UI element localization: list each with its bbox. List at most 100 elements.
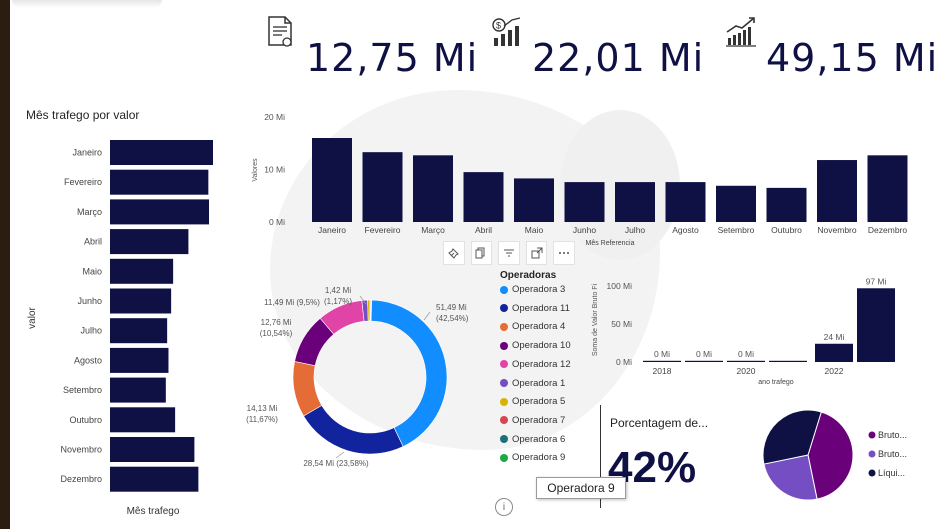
hbar-tick-label: Setembro xyxy=(63,385,102,395)
donut-data-label-pct: (10,54%) xyxy=(260,329,293,338)
donut-slice xyxy=(370,299,372,322)
donut-data-label-pct: (1,17%) xyxy=(324,297,352,306)
legend-item[interactable]: Operadora 7 xyxy=(500,415,565,426)
hbar-bar xyxy=(110,407,176,433)
ybar-data-label: 0 Mi xyxy=(654,349,670,359)
vbar-bar xyxy=(362,152,403,222)
ybar-y-tick: 0 Mi xyxy=(616,357,632,367)
vbar-tick-label: Março xyxy=(421,225,445,235)
ybar-y-tick: 50 Mi xyxy=(611,319,632,329)
legend-marker xyxy=(500,435,508,444)
money-growth-icon: $ xyxy=(492,17,521,46)
svg-text:$: $ xyxy=(496,21,501,31)
donut-data-label: 28,54 Mi (23,58%) xyxy=(303,459,369,468)
legend-item[interactable]: Operadora 11 xyxy=(500,303,570,314)
info-icon[interactable]: i xyxy=(495,498,513,516)
ybar-tick-label: 2022 xyxy=(825,366,844,376)
tooltip: Operadora 9 xyxy=(536,477,626,499)
ybar-data-label: 24 Mi xyxy=(824,332,845,342)
top-shadow xyxy=(12,0,162,8)
legend-marker xyxy=(500,360,508,369)
vbar-tick-label: Fevereiro xyxy=(365,225,401,235)
legend-label: Operadora 7 xyxy=(512,414,566,426)
donut-data-label: 11,49 Mi (9,5%) xyxy=(264,298,320,307)
vbar-bar xyxy=(564,182,605,222)
hbar-tick-label: Outubro xyxy=(69,415,102,425)
hbar-bar xyxy=(110,318,168,344)
vbar-bar xyxy=(766,187,807,222)
growth-chart-icon xyxy=(726,17,756,47)
hbar-bar xyxy=(110,140,213,165)
hbar-tick-label: Junho xyxy=(77,296,102,306)
month-traffic-bar-chart[interactable]: Janeiro Fevereiro Março Abril Maio Junho Julho… xyxy=(15,128,245,523)
visual-toolbar xyxy=(443,241,581,265)
legend-item[interactable]: Operadora 3 xyxy=(500,284,565,295)
yearly-bar-chart[interactable]: 0 Mi 50 Mi 100 Mi Soma de Valor Bruto Fi 0 M… xyxy=(588,270,923,390)
legend-item[interactable]: Operadora 1 xyxy=(500,378,565,389)
legend-item[interactable]: Operadora 12 xyxy=(500,359,571,370)
legend-item[interactable]: Operadora 6 xyxy=(500,434,565,445)
legend-item[interactable]: Operadora 4 xyxy=(500,321,565,332)
operators-donut-chart[interactable]: 51,49 Mi (42,54%) 28,54 Mi (23,58%) 14,13 M… xyxy=(240,280,485,475)
legend-label: Operadora 4 xyxy=(512,321,566,333)
ybar-bar xyxy=(643,360,681,362)
ybar-tick-label: 2018 xyxy=(653,366,672,376)
kpi-value-3: 49,15 Mi xyxy=(766,36,939,80)
hbar-tick-label: Agosto xyxy=(74,355,102,365)
pie-legend-marker xyxy=(868,469,876,477)
donut-leader-line xyxy=(423,311,431,321)
focus-icon[interactable] xyxy=(525,241,548,265)
hbar-tick-label: Dezembro xyxy=(60,474,102,484)
legend-label: Operadora 6 xyxy=(512,433,566,445)
vbar-tick-label: Abril xyxy=(475,225,492,235)
legend-marker xyxy=(500,304,508,313)
vbar-tick-label: Agosto xyxy=(672,225,699,235)
pin-icon[interactable] xyxy=(443,241,465,265)
more-icon[interactable] xyxy=(553,241,575,265)
legend-marker xyxy=(500,285,508,294)
legend-item[interactable]: Operadora 9 xyxy=(500,452,565,463)
hbar-bar xyxy=(110,258,174,284)
vbar-bar xyxy=(312,138,352,222)
hbar-bar xyxy=(110,229,189,255)
hbar-tick-label: Abril xyxy=(84,237,102,247)
vbar-tick-label: Janeiro xyxy=(318,225,346,235)
kpi-value-1: 12,75 Mi xyxy=(306,36,479,80)
vbar-bar xyxy=(817,160,857,222)
ybar-tick-label: 2020 xyxy=(737,366,756,376)
hbar-tick-label: Julho xyxy=(80,326,102,336)
hbar-tick-label: Fevereiro xyxy=(64,177,102,187)
legend-label: Operadora 1 xyxy=(512,377,566,389)
vbar-tick-label: Julho xyxy=(625,225,646,235)
hbar-bar xyxy=(110,466,199,492)
donut-data-label: 12,76 Mi xyxy=(261,318,292,327)
hbar-axis-label-x: Mês trafego xyxy=(127,506,180,517)
hbar-bar xyxy=(110,199,210,225)
operators-legend-title: Operadoras xyxy=(500,270,557,281)
vbar-bar xyxy=(413,155,453,222)
legend-marker xyxy=(500,453,508,462)
document-icon xyxy=(268,16,292,47)
pie-legend-label: Bruto... xyxy=(878,430,907,440)
vbar-y-tick: 10 Mi xyxy=(264,165,285,175)
filter-icon[interactable] xyxy=(498,241,520,265)
hbar-tick-label: Novembro xyxy=(60,445,102,455)
legend-marker xyxy=(500,322,508,331)
donut-slice xyxy=(292,361,323,417)
legend-label: Operadora 10 xyxy=(512,340,571,352)
legend-item[interactable]: Operadora 10 xyxy=(500,340,571,351)
monthly-reference-bar-chart[interactable]: 0 Mi 10 Mi 20 Mi Valores Janeiro Fevereiro Mar… xyxy=(245,105,915,250)
ybar-data-label: 0 Mi xyxy=(738,349,754,359)
legend-marker xyxy=(500,341,508,350)
month-bar-chart-title: Mês trafego por valor xyxy=(26,108,140,122)
gross-net-pie-chart[interactable]: Bruto... Bruto... Líqui... xyxy=(760,405,940,505)
vbar-bar xyxy=(665,182,706,222)
donut-leader-line xyxy=(335,451,345,459)
donut-data-label: 14,13 Mi xyxy=(247,404,278,413)
ybar-data-label: 0 Mi xyxy=(696,349,712,359)
donut-data-label-pct: (42,54%) xyxy=(436,314,469,323)
copy-icon[interactable] xyxy=(470,241,493,265)
legend-item[interactable]: Operadora 5 xyxy=(500,396,565,407)
legend-label: Operadora 12 xyxy=(512,358,571,370)
legend-label: Operadora 9 xyxy=(512,452,566,464)
